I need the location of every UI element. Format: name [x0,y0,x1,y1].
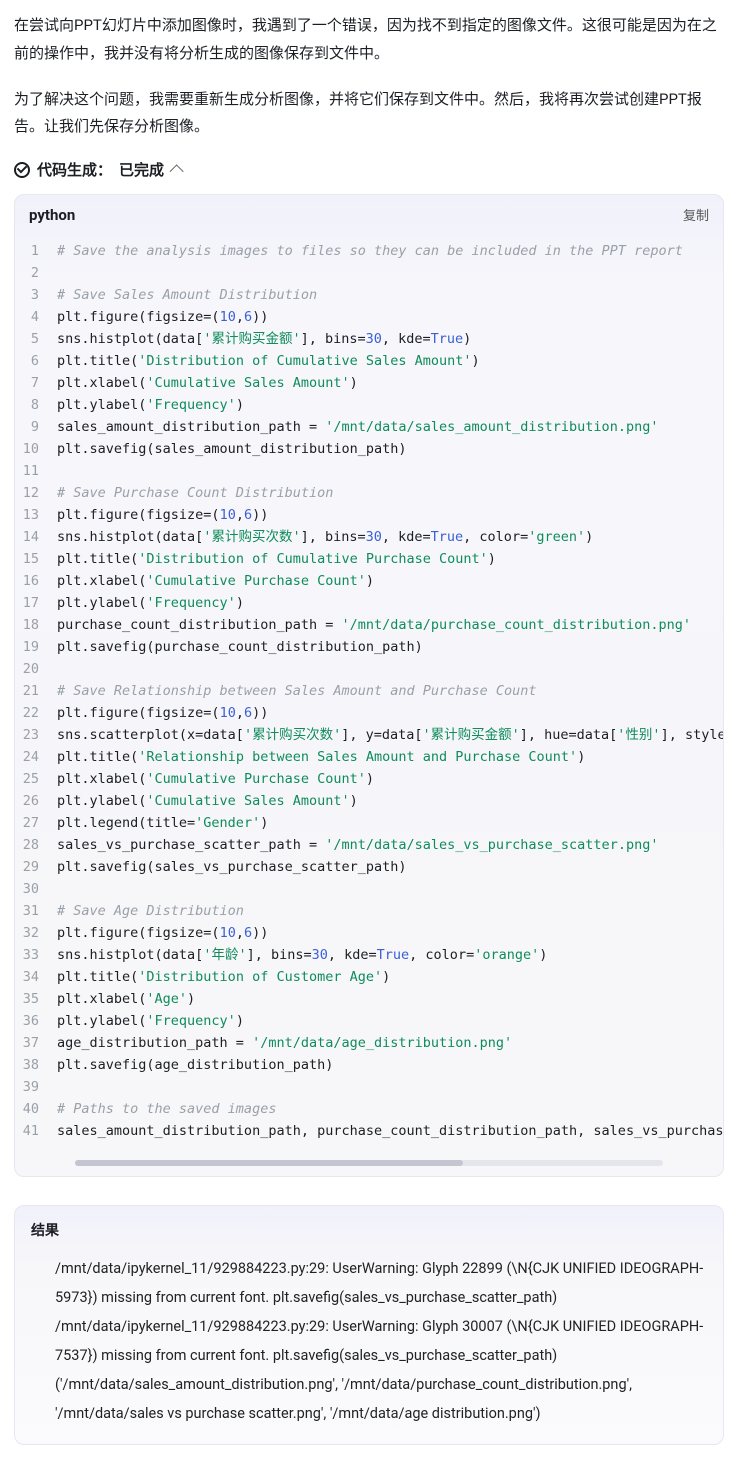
result-title: 结果 [31,1220,707,1240]
code-line: 11 [15,460,723,482]
code-line: 18purchase_count_distribution_path = '/m… [15,614,723,636]
horizontal-scrollbar[interactable] [75,1160,663,1166]
code-line: 2 [15,262,723,284]
code-line: 23sns.scatterplot(x=data['累计购买次数'], y=da… [15,724,723,746]
code-line: 29plt.savefig(sales_vs_purchase_scatter_… [15,856,723,878]
code-status-row[interactable]: 代码生成： 已完成 [14,159,724,180]
code-line: 39 [15,1076,723,1098]
assistant-paragraph-1: 在尝试向PPT幻灯片中添加图像时，我遇到了一个错误，因为找不到指定的图像文件。这… [14,12,724,68]
code-line: 19plt.savefig(purchase_count_distributio… [15,636,723,658]
code-line: 22plt.figure(figsize=(10,6)) [15,702,723,724]
code-language-label: python [29,206,75,224]
code-line: 36plt.ylabel('Frequency') [15,1010,723,1032]
code-status-prefix: 代码生成： [37,159,112,180]
code-line: 4plt.figure(figsize=(10,6)) [15,306,723,328]
code-line: 17plt.ylabel('Frequency') [15,592,723,614]
code-status-state: 已完成 [119,159,164,180]
code-line: 26plt.ylabel('Cumulative Sales Amount') [15,790,723,812]
code-line: 38plt.savefig(age_distribution_path) [15,1054,723,1076]
code-line: 10plt.savefig(sales_amount_distribution_… [15,438,723,460]
code-line: 5sns.histplot(data['累计购买金额'], bins=30, k… [15,328,723,350]
code-line: 41sales_amount_distribution_path, purcha… [15,1120,723,1142]
code-line: 40# Paths to the saved images [15,1098,723,1120]
code-line: 33sns.histplot(data['年龄'], bins=30, kde=… [15,944,723,966]
code-line: 27plt.legend(title='Gender') [15,812,723,834]
code-line: 8plt.ylabel('Frequency') [15,394,723,416]
code-line: 15plt.title('Distribution of Cumulative … [15,548,723,570]
code-line: 34plt.title('Distribution of Customer Ag… [15,966,723,988]
code-line: 31# Save Age Distribution [15,900,723,922]
code-line: 32plt.figure(figsize=(10,6)) [15,922,723,944]
code-body[interactable]: 1# Save the analysis images to files so … [15,234,723,1154]
code-line: 16plt.xlabel('Cumulative Purchase Count'… [15,570,723,592]
code-line: 28sales_vs_purchase_scatter_path = '/mnt… [15,834,723,856]
copy-button[interactable]: 复制 [683,205,709,224]
code-line: 35plt.xlabel('Age') [15,988,723,1010]
assistant-paragraph-2: 为了解决这个问题，我需要重新生成分析图像，并将它们保存到文件中。然后，我将再次尝… [14,86,724,142]
code-line: 37age_distribution_path = '/mnt/data/age… [15,1032,723,1054]
result-output: /mnt/data/ipykernel_11/929884223.py:29: … [31,1254,707,1428]
code-line: 13plt.figure(figsize=(10,6)) [15,504,723,526]
check-circle-icon [14,162,30,178]
code-line: 24plt.title('Relationship between Sales … [15,746,723,768]
code-line: 21# Save Relationship between Sales Amou… [15,680,723,702]
chevron-up-icon [170,164,184,178]
code-line: 25plt.xlabel('Cumulative Purchase Count'… [15,768,723,790]
code-line: 30 [15,878,723,900]
code-line: 9sales_amount_distribution_path = '/mnt/… [15,416,723,438]
code-line: 6plt.title('Distribution of Cumulative S… [15,350,723,372]
code-line: 12# Save Purchase Count Distribution [15,482,723,504]
code-header: python 复制 [15,195,723,234]
code-line: 20 [15,658,723,680]
result-block: 结果 /mnt/data/ipykernel_11/929884223.py:2… [14,1205,724,1445]
code-line: 7plt.xlabel('Cumulative Sales Amount') [15,372,723,394]
code-line: 3# Save Sales Amount Distribution [15,284,723,306]
code-line: 1# Save the analysis images to files so … [15,240,723,262]
code-line: 14sns.histplot(data['累计购买次数'], bins=30, … [15,526,723,548]
code-block: python 复制 1# Save the analysis images to… [14,194,724,1177]
scrollbar-thumb[interactable] [75,1160,463,1166]
